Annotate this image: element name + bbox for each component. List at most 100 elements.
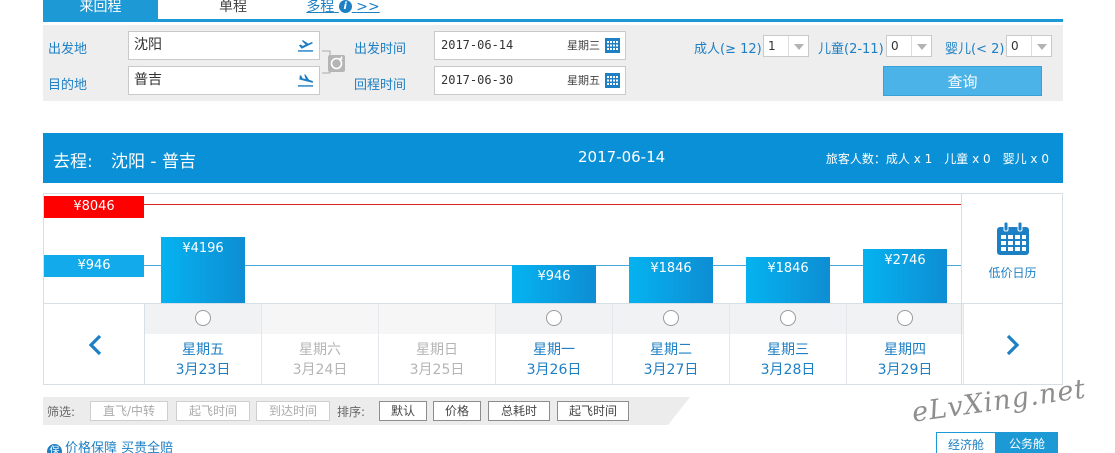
- day-column[interactable]: 星期一 3月26日: [496, 304, 613, 384]
- plane-landing-icon: [297, 74, 314, 87]
- filter-depart-time-button[interactable]: 起飞时间: [176, 401, 250, 421]
- child-label: 儿童(2-11): [818, 42, 884, 57]
- sort-price-button[interactable]: 价格: [433, 401, 481, 421]
- day-radio[interactable]: [546, 310, 562, 326]
- day-radio-band: [847, 304, 963, 334]
- tab-one-way[interactable]: 单程: [193, 0, 273, 22]
- sort-default-button[interactable]: 默认: [379, 401, 427, 421]
- price-bar[interactable]: ¥2746: [863, 249, 947, 304]
- day-date: 3月24日: [292, 362, 348, 378]
- calendar-icon[interactable]: [605, 38, 620, 53]
- price-bar-label: ¥946: [537, 269, 571, 284]
- sort-depart-button[interactable]: 起飞时间: [557, 401, 629, 421]
- to-input[interactable]: 普吉: [128, 66, 320, 95]
- search-panel: 出发地 沈阳 目的地 普吉 出发时间 2017-06-14 星期三 回程时间 2…: [43, 25, 1063, 101]
- day-weekday: 星期二: [650, 342, 692, 358]
- day-column: 星期六 3月24日: [262, 304, 379, 384]
- to-value: 普吉: [134, 72, 162, 88]
- route-prefix: 去程:: [53, 152, 93, 172]
- chevron-right-icon: [1006, 334, 1020, 356]
- day-date: 3月28日: [760, 362, 816, 378]
- to-label: 目的地: [48, 78, 88, 93]
- price-bar[interactable]: ¥1846: [629, 257, 713, 304]
- price-guarantee[interactable]: 保价格保障 买贵全赔: [47, 437, 173, 453]
- sort-label: 排序:: [337, 405, 366, 419]
- date-strip: 星期五 3月23日 星期六 3月24日 星期日 3月25日 星期一 3月26日 星期二 3月27日…: [43, 303, 1063, 385]
- day-weekday: 星期五: [182, 342, 224, 358]
- cabin-business-tab[interactable]: 公务舱: [996, 432, 1058, 453]
- plane-takeoff-icon: [297, 40, 314, 52]
- day-weekday: 星期六: [299, 342, 341, 358]
- day-radio-band: [262, 304, 378, 334]
- calendar-icon[interactable]: [605, 73, 620, 88]
- depart-date-input[interactable]: 2017-06-14 星期三: [434, 31, 626, 60]
- from-label: 出发地: [48, 42, 88, 57]
- day-column[interactable]: 星期四 3月29日: [847, 304, 964, 384]
- high-price-tag: ¥8046: [44, 196, 144, 218]
- depart-date-value: 2017-06-14: [441, 38, 514, 52]
- return-weekday: 星期五: [567, 74, 600, 87]
- day-date: 3月27日: [643, 362, 699, 378]
- day-radio-band: [496, 304, 612, 334]
- day-weekday: 星期一: [533, 342, 575, 358]
- high-price-line: [144, 204, 961, 205]
- day-radio-band: [379, 304, 495, 334]
- child-value: 0: [891, 39, 899, 53]
- day-date: 3月25日: [409, 362, 465, 378]
- day-weekday: 星期三: [767, 342, 809, 358]
- price-bar[interactable]: ¥4196: [161, 237, 245, 304]
- filter-label: 筛选:: [47, 405, 76, 419]
- day-radio-band: [613, 304, 729, 334]
- infant-select[interactable]: 0: [1006, 35, 1052, 57]
- tab-round-trip[interactable]: 来回程: [43, 0, 158, 22]
- day-column[interactable]: 星期二 3月27日: [613, 304, 730, 384]
- infant-label: 婴儿(< 2): [945, 42, 1005, 57]
- tab-multi-suffix: >>: [356, 0, 380, 15]
- day-radio[interactable]: [195, 310, 211, 326]
- calendar-icon: [996, 221, 1029, 255]
- child-select[interactable]: 0: [886, 35, 932, 57]
- day-date: 3月29日: [877, 362, 933, 378]
- tab-multi-city[interactable]: 多程 i >>: [298, 0, 388, 22]
- passenger-summary: 旅客人数：成人 x 1 儿童 x 0 婴儿 x 0: [825, 152, 1049, 166]
- adult-value: 1: [768, 39, 776, 53]
- day-column[interactable]: 星期五 3月23日: [145, 304, 262, 384]
- from-value: 沈阳: [134, 37, 162, 53]
- day-column: 星期日 3月25日: [379, 304, 496, 384]
- return-date-input[interactable]: 2017-06-30 星期五: [434, 66, 626, 95]
- price-bar-label: ¥1846: [650, 261, 692, 276]
- adult-label: 成人(≥ 12): [694, 42, 762, 57]
- day-radio[interactable]: [897, 310, 913, 326]
- low-price-calendar-label: 低价日历: [988, 266, 1037, 280]
- swap-icon[interactable]: [322, 45, 347, 79]
- info-icon[interactable]: i: [338, 0, 352, 13]
- sort-duration-button[interactable]: 总耗时: [488, 401, 550, 421]
- tab-multi-label: 多程: [306, 0, 335, 15]
- next-week-button[interactable]: [961, 304, 1062, 384]
- adult-select[interactable]: 1: [763, 35, 809, 57]
- trip-type-tabs: 来回程 单程 多程 i >>: [43, 0, 1063, 22]
- route-title: 沈阳 - 普吉: [111, 152, 196, 172]
- day-radio[interactable]: [780, 310, 796, 326]
- price-bar-label: ¥2746: [884, 253, 926, 268]
- depart-weekday: 星期三: [567, 39, 600, 52]
- infant-value: 0: [1011, 39, 1019, 53]
- day-radio[interactable]: [663, 310, 679, 326]
- chevron-down-icon: [788, 36, 808, 56]
- prev-week-button[interactable]: [44, 304, 145, 384]
- query-button[interactable]: 查询: [883, 66, 1042, 96]
- return-date-value: 2017-06-30: [441, 73, 514, 87]
- price-bar[interactable]: ¥1846: [746, 257, 830, 304]
- guarantee-icon: 保: [47, 444, 62, 453]
- cabin-economy-tab[interactable]: 经济舱: [936, 432, 996, 453]
- low-price-calendar[interactable]: 低价日历: [962, 194, 1063, 305]
- day-column[interactable]: 星期三 3月28日: [730, 304, 847, 384]
- day-radio-band: [145, 304, 261, 334]
- filter-direct-button[interactable]: 直飞/中转: [90, 401, 168, 421]
- filter-arrive-time-button[interactable]: 到达时间: [256, 401, 330, 421]
- low-price-tag: ¥946: [44, 255, 144, 277]
- day-radio-band: [730, 304, 846, 334]
- from-input[interactable]: 沈阳: [128, 31, 320, 60]
- day-weekday: 星期四: [884, 342, 926, 358]
- price-bar[interactable]: ¥946: [512, 265, 596, 304]
